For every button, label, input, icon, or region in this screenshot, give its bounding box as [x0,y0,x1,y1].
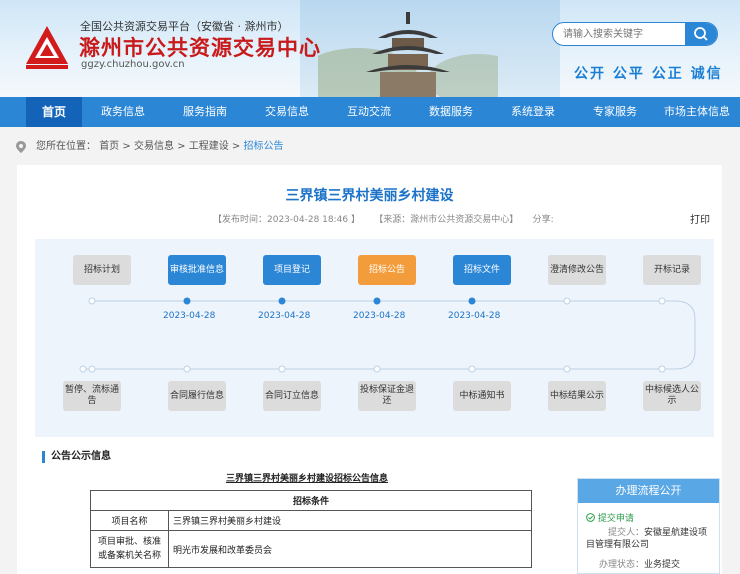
step-suspension-notice[interactable]: 暂停、流标通告 [63,381,121,411]
main-nav: 首页 政务信息 服务指南 交易信息 互动交流 数据服务 系统登录 专家服务 市场… [0,97,740,127]
location-pin-icon [16,141,26,153]
site-url: ggzy.chuzhou.gov.cn [81,59,185,70]
share-label[interactable]: 分享: [533,215,554,225]
nav-home[interactable]: 首页 [26,97,82,127]
table-row: 项目审批、核准或备案机关名称 明光市发展和改革委员会 [90,530,532,568]
submitter-row: 提交人：安徽星航建设项目管理有限公司 [586,527,714,551]
site-name[interactable]: 滁州市公共资源交易中心 [79,32,321,62]
status-badge: 提交申请 [586,511,634,524]
table-header: 招标条件 [90,490,532,511]
step-date: 2023-04-28 [258,311,311,321]
step-date: 2023-04-28 [163,311,216,321]
slogan: 公开 公平 公正 诚信 [574,66,723,82]
step-date: 2023-04-28 [353,311,406,321]
nav-login[interactable]: 系统登录 [492,97,574,127]
table-key: 项目名称 [90,510,169,531]
step-award-notice[interactable]: 中标通知书 [453,381,511,411]
check-circle-icon [586,513,595,522]
step-candidate-publicity[interactable]: 中标候选人公示 [643,381,701,411]
section-heading: 公告公示信息 [42,451,111,463]
article-meta: 【发布时间：2023-04-28 18:46 】 【来源：滁州市公共资源交易中心… [213,212,554,225]
breadcrumb-current[interactable]: 招标公告 [243,141,283,152]
article-source: 【来源：滁州市公共资源交易中心】 [374,215,519,225]
step-bid-announcement[interactable]: 招标公告 [358,255,416,285]
pavilion-image [318,12,498,97]
search-box[interactable] [552,22,718,46]
nav-expert[interactable]: 专家服务 [574,97,656,127]
breadcrumb-prefix: 您所在位置： [36,141,96,152]
nav-trade-info[interactable]: 交易信息 [246,97,328,127]
sidebar-title: 办理流程公开 [578,479,719,503]
step-award-result[interactable]: 中标结果公示 [548,381,606,411]
bid-conditions-table: 招标条件 项目名称 三界镇三界村美丽乡村建设 项目审批、核准或备案机关名称 明光… [90,490,532,568]
submitter-label: 提交人： [607,528,644,538]
step-clarification[interactable]: 澄清修改公告 [548,255,606,285]
breadcrumb-sep: > [231,141,241,152]
nav-service-guide[interactable]: 服务指南 [164,97,246,127]
breadcrumb-sep: > [177,141,186,152]
step-project-registration[interactable]: 项目登记 [263,255,321,285]
process-flow: 招标计划 审核批准信息 项目登记 招标公告 招标文件 澄清修改公告 开标记录 2… [35,239,714,437]
step-approval-info[interactable]: 审核批准信息 [168,255,226,285]
breadcrumb-engineering[interactable]: 工程建设 [189,141,229,152]
table-value: 三界镇三界村美丽乡村建设 [168,510,532,531]
table-row: 项目名称 三界镇三界村美丽乡村建设 [90,510,532,531]
step-bid-documents[interactable]: 招标文件 [453,255,511,285]
nav-market-entity[interactable]: 市场主体信息 [656,97,738,127]
state-row: 办理状态：业务提交 [586,557,680,570]
article-title: 三界镇三界村美丽乡村建设 [285,188,454,204]
step-deposit-refund[interactable]: 投标保证金退还 [358,381,416,411]
nav-gov-info[interactable]: 政务信息 [82,97,164,127]
site-logo-icon [26,26,68,69]
state-value: 业务提交 [644,560,681,570]
search-input[interactable] [553,23,685,45]
state-label: 办理状态： [598,560,644,570]
process-sidebar: 办理流程公开 提交申请 提交人：安徽星航建设项目管理有限公司 办理状态：业务提交 [577,478,720,574]
table-row: 招标条件 [90,490,532,511]
publish-time: 【发布时间：2023-04-28 18:46 】 [213,215,360,225]
document-title: 三界镇三界村美丽乡村建设招标公告信息 [225,474,388,484]
search-icon [694,27,708,41]
nav-data-service[interactable]: 数据服务 [410,97,492,127]
site-header: 全国公共资源交易平台（安徽省 · 滁州市） 滁州市公共资源交易中心 ggzy.c… [0,0,740,97]
search-button[interactable] [685,23,717,45]
breadcrumb-home[interactable]: 首页 [99,141,119,152]
breadcrumb: 您所在位置： 首页 > 交易信息 > 工程建设 > 招标公告 [0,129,740,165]
table-value: 明光市发展和改革委员会 [168,530,532,568]
step-bid-opening[interactable]: 开标记录 [643,255,701,285]
breadcrumb-trade[interactable]: 交易信息 [134,141,174,152]
step-bid-plan[interactable]: 招标计划 [73,255,131,285]
breadcrumb-sep: > [122,141,131,152]
print-button[interactable]: 打印 [690,211,710,226]
step-contract-signing[interactable]: 合同订立信息 [263,381,321,411]
step-date: 2023-04-28 [448,311,501,321]
content-panel: 三界镇三界村美丽乡村建设 【发布时间：2023-04-28 18:46 】 【来… [17,165,722,574]
table-key: 项目审批、核准或备案机关名称 [90,530,169,568]
status-label: 提交申请 [597,514,634,524]
nav-interaction[interactable]: 互动交流 [328,97,410,127]
step-contract-performance[interactable]: 合同履行信息 [168,381,226,411]
